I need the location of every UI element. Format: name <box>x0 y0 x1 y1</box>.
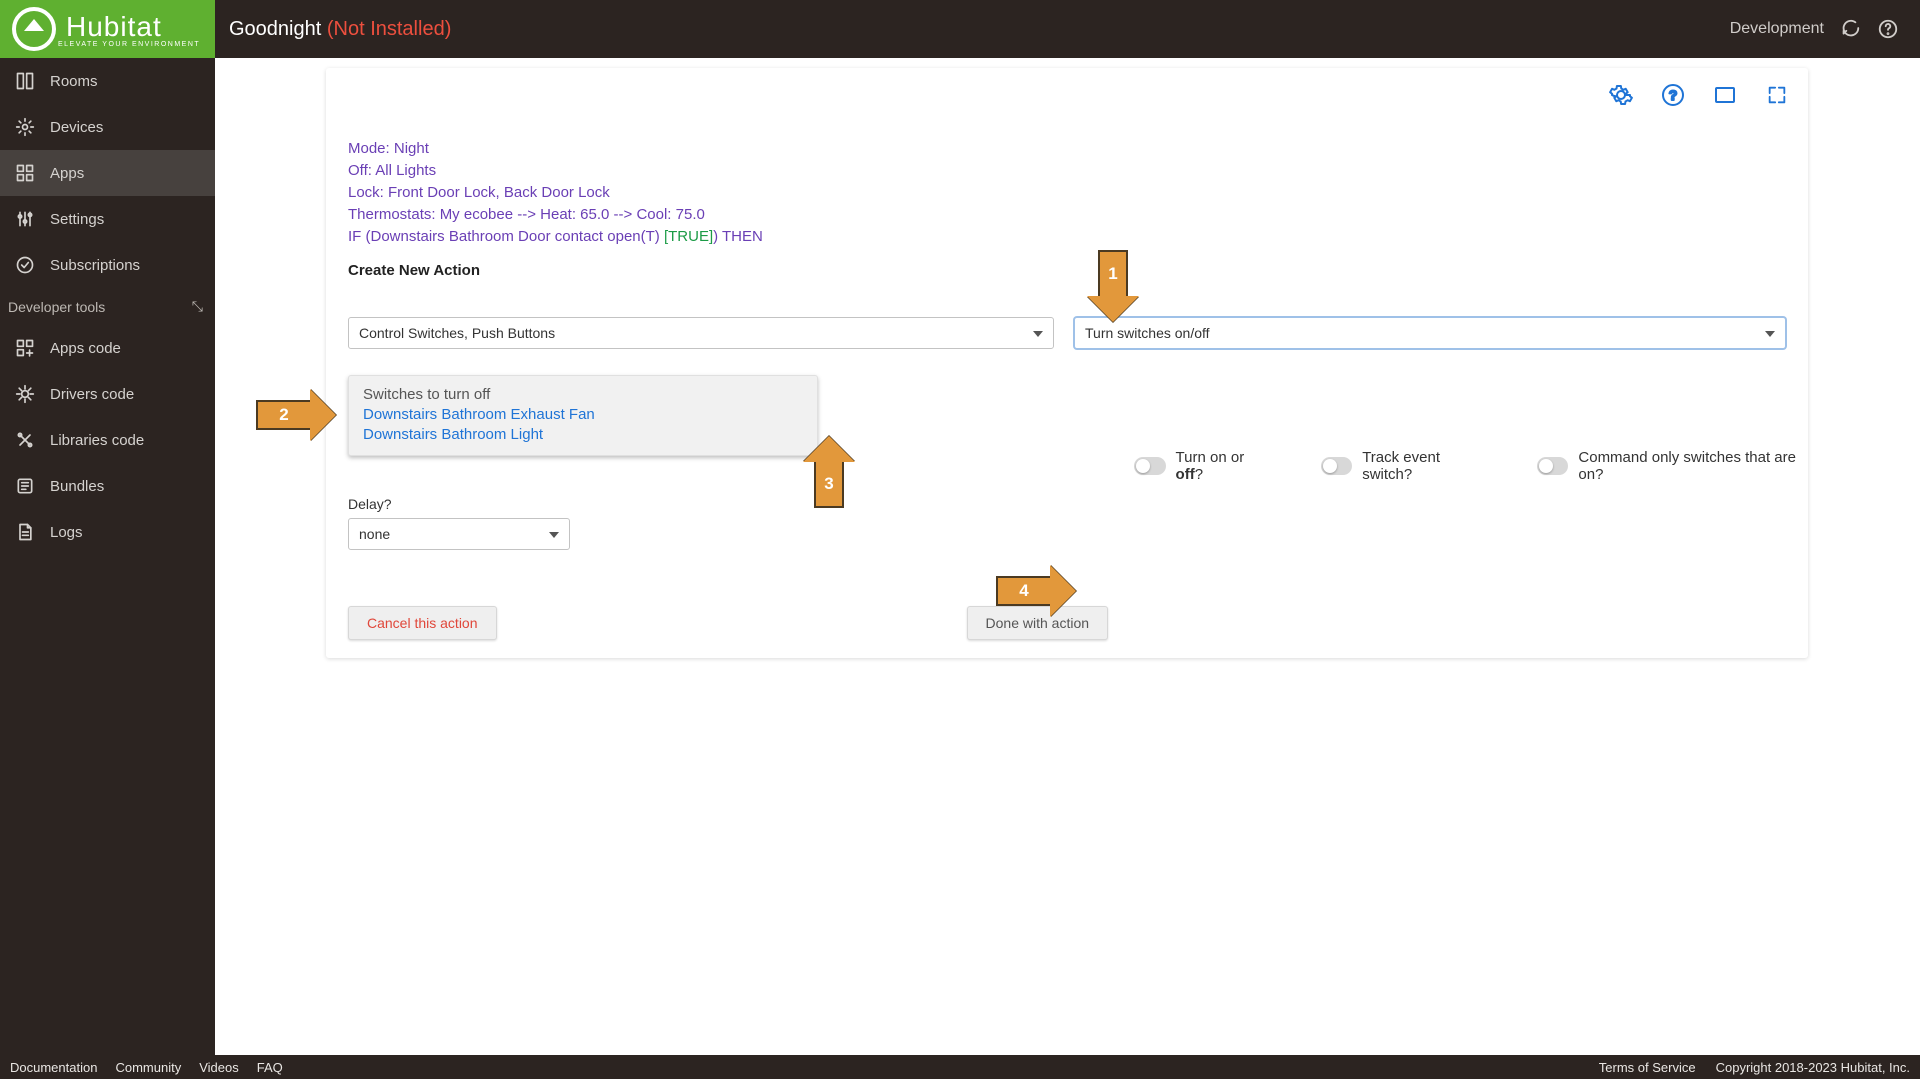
logo-icon <box>12 7 56 51</box>
sidebar-label: Apps <box>50 165 84 182</box>
help-icon[interactable] <box>1876 17 1900 41</box>
track-event-toggle[interactable] <box>1321 457 1353 475</box>
done-action-button[interactable]: Done with action <box>967 606 1109 640</box>
sidebar: Rooms Devices Apps Settings Subscription… <box>0 58 215 1055</box>
sidebar-label: Logs <box>50 524 83 541</box>
collapse-icon[interactable]: ⤡ <box>192 298 203 315</box>
sidebar-item-rooms[interactable]: Rooms <box>0 58 215 104</box>
page-title-area: Goodnight (Not Installed) <box>229 18 451 41</box>
sidebar-label: Apps code <box>50 340 121 357</box>
gear-icon[interactable] <box>1608 82 1634 108</box>
devices-icon <box>14 116 36 138</box>
bundles-icon <box>14 475 36 497</box>
footer-right: Terms of Service Copyright 2018-2023 Hub… <box>1599 1060 1910 1075</box>
chat-icon[interactable] <box>1838 17 1862 41</box>
switches-selector[interactable]: Switches to turn off Downstairs Bathroom… <box>348 375 818 456</box>
switch-option[interactable]: Downstairs Bathroom Light <box>363 425 803 445</box>
top-bar: Hubitat ELEVATE YOUR ENVIRONMENT Goodnig… <box>0 0 1920 58</box>
footer-link[interactable]: Videos <box>199 1060 239 1075</box>
sidebar-label: Drivers code <box>50 386 134 403</box>
turn-on-off-label: Turn on or off? <box>1176 449 1269 483</box>
panel-toolbar: ? <box>1608 82 1790 108</box>
settings-icon <box>14 208 36 230</box>
create-new-action-label: Create New Action <box>348 262 1786 279</box>
sidebar-item-logs[interactable]: Logs <box>0 509 215 555</box>
turn-on-off-toggle[interactable] <box>1134 457 1166 475</box>
command-only-toggle[interactable] <box>1537 457 1569 475</box>
sidebar-label: Libraries code <box>50 432 144 449</box>
sidebar-label: Settings <box>50 211 104 228</box>
apps-code-icon <box>14 337 36 359</box>
expand-icon[interactable] <box>1764 82 1790 108</box>
sidebar-item-subscriptions[interactable]: Subscriptions <box>0 242 215 288</box>
sidebar-item-devices[interactable]: Devices <box>0 104 215 150</box>
logs-icon <box>14 521 36 543</box>
footer-link[interactable]: Community <box>115 1060 181 1075</box>
sidebar-item-libraries-code[interactable]: Libraries code <box>0 417 215 463</box>
delay-select[interactable]: none <box>348 518 570 550</box>
rule-line: Thermostats: My ecobee --> Heat: 65.0 --… <box>348 204 1786 226</box>
footer-link[interactable]: FAQ <box>257 1060 283 1075</box>
dev-tools-header[interactable]: Developer tools ⤡ <box>0 288 215 325</box>
action-dropdown-row: Control Switches, Push Buttons Turn swit… <box>348 317 1786 349</box>
sidebar-item-apps[interactable]: Apps <box>0 150 215 196</box>
rule-line: Mode: Night <box>348 138 1786 160</box>
delay-value: none <box>359 526 390 542</box>
sidebar-item-apps-code[interactable]: Apps code <box>0 325 215 371</box>
sidebar-label: Bundles <box>50 478 104 495</box>
brand-tagline: ELEVATE YOUR ENVIRONMENT <box>58 41 200 48</box>
rooms-icon <box>14 70 36 92</box>
switch-option[interactable]: Downstairs Bathroom Exhaust Fan <box>363 405 803 425</box>
command-only-group: Command only switches that are on? <box>1537 449 1808 483</box>
sidebar-item-settings[interactable]: Settings <box>0 196 215 242</box>
action-category-value: Control Switches, Push Buttons <box>359 325 555 341</box>
action-type-value: Turn switches on/off <box>1085 325 1210 341</box>
subscriptions-icon <box>14 254 36 276</box>
brand-name: Hubitat <box>66 11 200 43</box>
footer-link[interactable]: Documentation <box>10 1060 97 1075</box>
rule-summary: Mode: Night Off: All Lights Lock: Front … <box>348 138 1786 248</box>
dev-tools-label: Developer tools <box>8 299 105 315</box>
brand-logo[interactable]: Hubitat ELEVATE YOUR ENVIRONMENT <box>0 0 215 58</box>
annotation-arrow-2: 2 <box>256 400 312 430</box>
top-right-controls: Development <box>1730 17 1920 41</box>
apps-icon <box>14 162 36 184</box>
sidebar-label: Rooms <box>50 73 98 90</box>
screen-icon[interactable] <box>1712 82 1738 108</box>
track-event-label: Track event switch? <box>1362 449 1485 483</box>
sidebar-label: Subscriptions <box>50 257 140 274</box>
footer-copyright: Copyright 2018-2023 Hubitat, Inc. <box>1716 1060 1910 1075</box>
cancel-action-button[interactable]: Cancel this action <box>348 606 497 640</box>
env-label: Development <box>1730 20 1824 38</box>
command-only-label: Command only switches that are on? <box>1578 449 1808 483</box>
toggle-options-row: Turn on or off? Track event switch? Comm… <box>1134 449 1808 483</box>
action-type-select[interactable]: Turn switches on/off <box>1074 317 1786 349</box>
action-button-row: Cancel this action Done with action <box>348 606 1786 640</box>
track-event-group: Track event switch? <box>1321 449 1485 483</box>
footer-tos[interactable]: Terms of Service <box>1599 1060 1696 1075</box>
footer: Documentation Community Videos FAQ Terms… <box>0 1055 1920 1079</box>
switches-label: Switches to turn off <box>363 386 803 403</box>
drivers-code-icon <box>14 383 36 405</box>
rule-line: Lock: Front Door Lock, Back Door Lock <box>348 182 1786 204</box>
delay-label: Delay? <box>348 496 1786 512</box>
install-status: (Not Installed) <box>327 18 452 40</box>
turn-on-off-group: Turn on or off? <box>1134 449 1269 483</box>
sidebar-item-drivers-code[interactable]: Drivers code <box>0 371 215 417</box>
page-title: Goodnight <box>229 18 321 40</box>
action-category-select[interactable]: Control Switches, Push Buttons <box>348 317 1054 349</box>
svg-text:?: ? <box>1669 87 1678 103</box>
help-icon[interactable]: ? <box>1660 82 1686 108</box>
libraries-code-icon <box>14 429 36 451</box>
footer-links: Documentation Community Videos FAQ <box>10 1060 283 1075</box>
main-panel: ? Mode: Night Off: All Lights Lock: Fron… <box>326 68 1808 658</box>
rule-line: Off: All Lights <box>348 160 1786 182</box>
sidebar-label: Devices <box>50 119 103 136</box>
rule-line: IF (Downstairs Bathroom Door contact ope… <box>348 226 1786 248</box>
sidebar-item-bundles[interactable]: Bundles <box>0 463 215 509</box>
